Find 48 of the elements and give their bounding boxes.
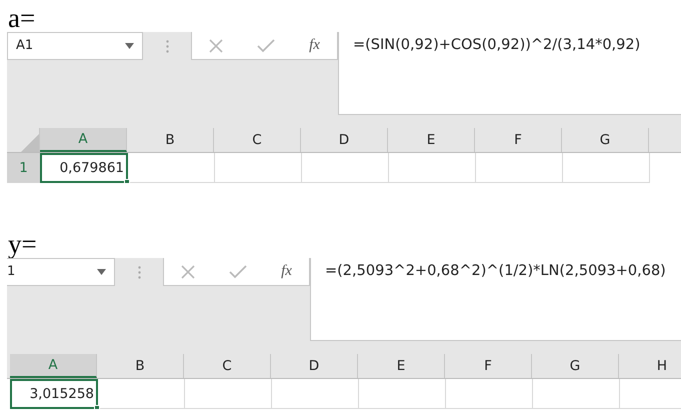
- drag-handle-icon[interactable]: [138, 266, 140, 278]
- formula-field[interactable]: =(SIN(0,92)+COS(0,92))^2/(3,14*0,92): [338, 32, 681, 115]
- name-box-text: 1: [7, 263, 16, 282]
- drag-handle-icon[interactable]: [166, 40, 168, 52]
- cancel-icon[interactable]: [209, 38, 224, 52]
- table-cell[interactable]: [359, 379, 446, 409]
- name-box-text: A1: [16, 37, 34, 56]
- check-icon[interactable]: [229, 264, 248, 278]
- column-header[interactable]: G: [532, 354, 619, 378]
- column-header[interactable]: H: [619, 354, 681, 378]
- column-header[interactable]: E: [388, 128, 475, 152]
- equation-label: y=: [7, 231, 38, 258]
- table-cell[interactable]: [563, 153, 650, 183]
- name-box[interactable]: A1: [7, 32, 143, 60]
- column-header[interactable]: C: [214, 128, 301, 152]
- column-header[interactable]: C: [184, 354, 271, 378]
- dropdown-caret-icon[interactable]: [125, 43, 134, 49]
- column-header[interactable]: A: [10, 354, 97, 378]
- check-icon[interactable]: [257, 38, 276, 52]
- equation-label: a=: [7, 5, 36, 32]
- table-cell[interactable]: [389, 153, 476, 183]
- selected-cell[interactable]: 3,015258: [10, 379, 98, 409]
- table-cell[interactable]: [185, 379, 272, 409]
- column-header[interactable]: B: [127, 128, 214, 152]
- table-cell[interactable]: [446, 379, 533, 409]
- column-header[interactable]: D: [301, 128, 388, 152]
- column-header[interactable]: F: [475, 128, 562, 152]
- column-header[interactable]: A: [40, 128, 127, 152]
- table-cell[interactable]: [272, 379, 359, 409]
- table-cell[interactable]: [302, 153, 389, 183]
- insert-function-button[interactable]: fx: [281, 260, 292, 283]
- column-header[interactable]: B: [97, 354, 184, 378]
- column-header[interactable]: G: [562, 128, 649, 152]
- row-header[interactable]: 1: [7, 153, 40, 183]
- table-cell[interactable]: [128, 153, 215, 183]
- selected-cell[interactable]: 0,679861: [40, 153, 128, 183]
- column-header[interactable]: F: [445, 354, 532, 378]
- insert-function-button[interactable]: fx: [309, 34, 320, 57]
- table-cell[interactable]: [476, 153, 563, 183]
- column-header[interactable]: D: [271, 354, 358, 378]
- name-box[interactable]: 1: [7, 258, 115, 286]
- column-header[interactable]: E: [358, 354, 445, 378]
- cancel-icon[interactable]: [181, 264, 196, 278]
- dropdown-caret-icon[interactable]: [97, 269, 106, 275]
- table-cell[interactable]: [533, 379, 620, 409]
- table-cell[interactable]: [98, 379, 185, 409]
- table-cell[interactable]: [215, 153, 302, 183]
- formula-field[interactable]: =(2,5093^2+0,68^2)^(1/2)*LN(2,5093+0,68): [310, 258, 681, 341]
